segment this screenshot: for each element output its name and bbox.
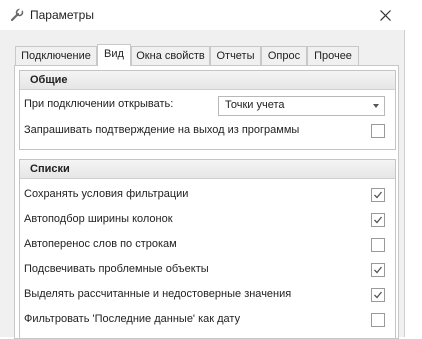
list-option-row: Фильтровать 'Последние данные' как дату <box>24 311 391 329</box>
word-wrap-label: Автоперенос слов по строкам <box>24 238 177 250</box>
confirm-exit-checkbox[interactable] <box>371 124 385 138</box>
list-option-row: Выделять рассчитанные и недостоверные зн… <box>24 286 391 304</box>
highlight-problems-label: Подсвечивать проблемные объекты <box>24 263 209 275</box>
close-icon <box>379 9 391 21</box>
group-general-header: Общие <box>20 71 395 90</box>
group-lists-header: Списки <box>20 160 395 179</box>
close-button[interactable] <box>370 4 400 26</box>
dialog-body: Подключение Вид Окна свойств Отчеты Опро… <box>0 30 405 339</box>
group-lists: Списки Сохранять условия фильтрации Авто… <box>19 159 396 338</box>
autofit-columns-label: Автоподбор ширины колонок <box>24 213 173 225</box>
word-wrap-checkbox[interactable] <box>371 238 385 252</box>
tab-connection[interactable]: Подключение <box>15 46 97 65</box>
tab-view[interactable]: Вид <box>97 44 131 66</box>
title-bar: Параметры <box>0 0 422 30</box>
list-option-row: Автоподбор ширины колонок <box>24 211 391 229</box>
tab-polling[interactable]: Опрос <box>261 46 307 65</box>
open-on-connect-row: При подключении открывать: Точки учета <box>24 96 391 116</box>
save-filter-checkbox[interactable] <box>371 188 385 202</box>
save-filter-label: Сохранять условия фильтрации <box>24 188 189 200</box>
checkmark-icon <box>374 266 383 274</box>
checkmark-icon <box>374 291 383 299</box>
checkmark-icon <box>374 191 383 199</box>
tab-property-windows[interactable]: Окна свойств <box>131 46 210 65</box>
open-on-connect-label: При подключении открывать: <box>24 98 174 110</box>
group-general: Общие При подключении открывать: Точки у… <box>19 70 396 150</box>
tab-panel-view: Общие При подключении открывать: Точки у… <box>14 65 399 339</box>
list-option-row: Сохранять условия фильтрации <box>24 186 391 204</box>
window-title: Параметры <box>30 8 94 22</box>
filter-last-data-checkbox[interactable] <box>371 313 385 327</box>
open-on-connect-select[interactable]: Точки учета <box>218 96 385 116</box>
filter-last-data-label: Фильтровать 'Последние данные' как дату <box>24 313 241 325</box>
open-on-connect-value: Точки учета <box>225 99 285 111</box>
tab-other[interactable]: Прочее <box>307 46 359 65</box>
highlight-calculated-checkbox[interactable] <box>371 288 385 302</box>
confirm-exit-row: Запрашивать подтверждение на выход из пр… <box>24 122 391 140</box>
list-option-row: Автоперенос слов по строкам <box>24 236 391 254</box>
wrench-icon <box>10 8 24 22</box>
tab-reports[interactable]: Отчеты <box>210 46 261 65</box>
list-option-row: Подсвечивать проблемные объекты <box>24 261 391 279</box>
highlight-calculated-label: Выделять рассчитанные и недостоверные зн… <box>24 288 292 300</box>
confirm-exit-label: Запрашивать подтверждение на выход из пр… <box>24 124 300 136</box>
checkmark-icon <box>374 216 383 224</box>
chevron-down-icon <box>373 104 379 108</box>
autofit-columns-checkbox[interactable] <box>371 213 385 227</box>
highlight-problems-checkbox[interactable] <box>371 263 385 277</box>
